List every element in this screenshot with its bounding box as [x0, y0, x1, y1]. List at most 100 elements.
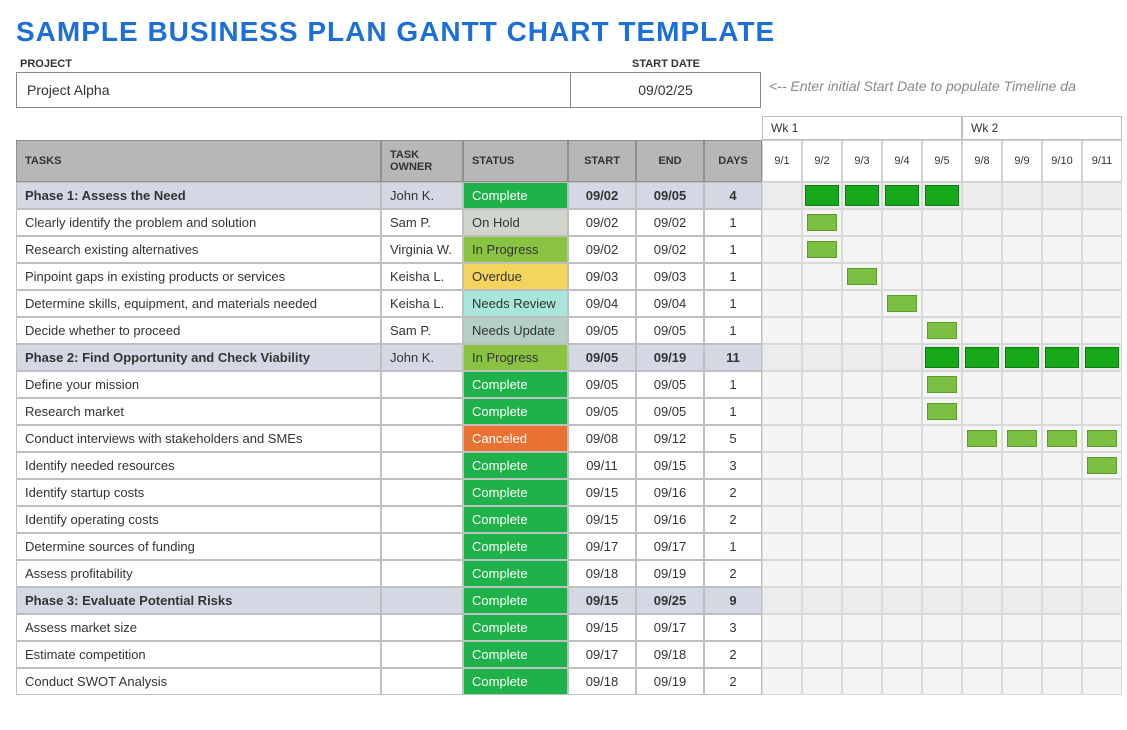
- timeline-cell: [1082, 506, 1122, 533]
- timeline-cell: [762, 587, 802, 614]
- timeline-cell: [1082, 263, 1122, 290]
- timeline-cell: [1042, 290, 1082, 317]
- task-owner[interactable]: [381, 371, 463, 398]
- status-cell[interactable]: Complete: [463, 398, 568, 425]
- status-cell[interactable]: Complete: [463, 668, 568, 695]
- task-name[interactable]: Identify operating costs: [16, 506, 381, 533]
- task-owner[interactable]: Sam P.: [381, 317, 463, 344]
- timeline-cell: [882, 560, 922, 587]
- timeline-cell: [962, 452, 1002, 479]
- task-name[interactable]: Decide whether to proceed: [16, 317, 381, 344]
- task-name[interactable]: Research existing alternatives: [16, 236, 381, 263]
- timeline-cell: [1042, 452, 1082, 479]
- task-name[interactable]: Assess profitability: [16, 560, 381, 587]
- end-date: 09/19: [636, 560, 704, 587]
- phase-name[interactable]: Phase 2: Find Opportunity and Check Viab…: [16, 344, 381, 371]
- days: 1: [704, 236, 762, 263]
- task-name[interactable]: Assess market size: [16, 614, 381, 641]
- timeline-cell: [842, 641, 882, 668]
- task-owner[interactable]: [381, 425, 463, 452]
- timeline-cell: [1042, 371, 1082, 398]
- task-owner[interactable]: [381, 452, 463, 479]
- timeline-cell: [882, 209, 922, 236]
- timeline-cell: [962, 587, 1002, 614]
- phase-name[interactable]: Phase 3: Evaluate Potential Risks: [16, 587, 381, 614]
- task-owner[interactable]: Sam P.: [381, 209, 463, 236]
- timeline-cell: [962, 236, 1002, 263]
- status-cell[interactable]: Complete: [463, 533, 568, 560]
- task-name[interactable]: Identify startup costs: [16, 479, 381, 506]
- status-cell[interactable]: Complete: [463, 560, 568, 587]
- task-owner[interactable]: [381, 398, 463, 425]
- task-owner[interactable]: [381, 560, 463, 587]
- task-name[interactable]: Estimate competition: [16, 641, 381, 668]
- gantt-bar-phase: [805, 185, 839, 206]
- task-name[interactable]: Define your mission: [16, 371, 381, 398]
- phase-name[interactable]: Phase 1: Assess the Need: [16, 182, 381, 209]
- timeline-cell: [802, 506, 842, 533]
- task-owner[interactable]: Keisha L.: [381, 290, 463, 317]
- gantt-bar-task: [887, 295, 917, 312]
- task-owner[interactable]: Keisha L.: [381, 263, 463, 290]
- task-owner[interactable]: Virginia W.: [381, 236, 463, 263]
- timeline-cell: [882, 317, 922, 344]
- task-owner[interactable]: John K.: [381, 182, 463, 209]
- status-cell[interactable]: Complete: [463, 641, 568, 668]
- timeline-cell: [842, 236, 882, 263]
- status-cell[interactable]: Complete: [463, 587, 568, 614]
- status-cell[interactable]: Complete: [463, 452, 568, 479]
- task-name[interactable]: Pinpoint gaps in existing products or se…: [16, 263, 381, 290]
- status-cell[interactable]: Complete: [463, 506, 568, 533]
- status-cell[interactable]: Needs Review: [463, 290, 568, 317]
- timeline-cell: [1042, 425, 1082, 452]
- col-header-end: END: [636, 140, 704, 182]
- task-name[interactable]: Determine sources of funding: [16, 533, 381, 560]
- start-date-input[interactable]: 09/02/25: [571, 72, 761, 108]
- task-name[interactable]: Research market: [16, 398, 381, 425]
- end-date: 09/05: [636, 398, 704, 425]
- task-owner[interactable]: [381, 533, 463, 560]
- task-owner[interactable]: [381, 614, 463, 641]
- start-date: 09/02: [568, 236, 636, 263]
- status-cell[interactable]: Overdue: [463, 263, 568, 290]
- status-cell[interactable]: Complete: [463, 479, 568, 506]
- end-date: 09/15: [636, 452, 704, 479]
- start-date: 09/02: [568, 182, 636, 209]
- timeline-cell: [1082, 560, 1122, 587]
- status-cell[interactable]: Needs Update: [463, 317, 568, 344]
- timeline-cell: [1042, 479, 1082, 506]
- end-date: 09/18: [636, 641, 704, 668]
- gantt-bar-task: [847, 268, 877, 285]
- task-owner[interactable]: [381, 479, 463, 506]
- gantt-bar-phase: [1045, 347, 1079, 368]
- task-name[interactable]: Conduct SWOT Analysis: [16, 668, 381, 695]
- task-owner[interactable]: John K.: [381, 344, 463, 371]
- status-cell[interactable]: Canceled: [463, 425, 568, 452]
- timeline-cell: [1042, 236, 1082, 263]
- task-name[interactable]: Identify needed resources: [16, 452, 381, 479]
- task-owner[interactable]: [381, 587, 463, 614]
- status-cell[interactable]: Complete: [463, 614, 568, 641]
- task-owner[interactable]: [381, 506, 463, 533]
- project-name-input[interactable]: Project Alpha: [16, 72, 571, 108]
- status-cell[interactable]: Complete: [463, 182, 568, 209]
- task-name[interactable]: Conduct interviews with stakeholders and…: [16, 425, 381, 452]
- task-name[interactable]: Clearly identify the problem and solutio…: [16, 209, 381, 236]
- timeline-cell: [962, 533, 1002, 560]
- status-cell[interactable]: In Progress: [463, 236, 568, 263]
- timeline-day-header: 9/2: [802, 140, 842, 182]
- timeline-cell: [1002, 398, 1042, 425]
- timeline-cell: [802, 533, 842, 560]
- status-cell[interactable]: In Progress: [463, 344, 568, 371]
- timeline-day-header: 9/8: [962, 140, 1002, 182]
- timeline-cell: [922, 263, 962, 290]
- status-cell[interactable]: Complete: [463, 371, 568, 398]
- task-owner[interactable]: [381, 668, 463, 695]
- timeline-cell: [962, 560, 1002, 587]
- task-owner[interactable]: [381, 641, 463, 668]
- task-name[interactable]: Determine skills, equipment, and materia…: [16, 290, 381, 317]
- end-date: 09/16: [636, 479, 704, 506]
- timeline-cell: [1002, 614, 1042, 641]
- gantt-bar-task: [807, 241, 837, 258]
- status-cell[interactable]: On Hold: [463, 209, 568, 236]
